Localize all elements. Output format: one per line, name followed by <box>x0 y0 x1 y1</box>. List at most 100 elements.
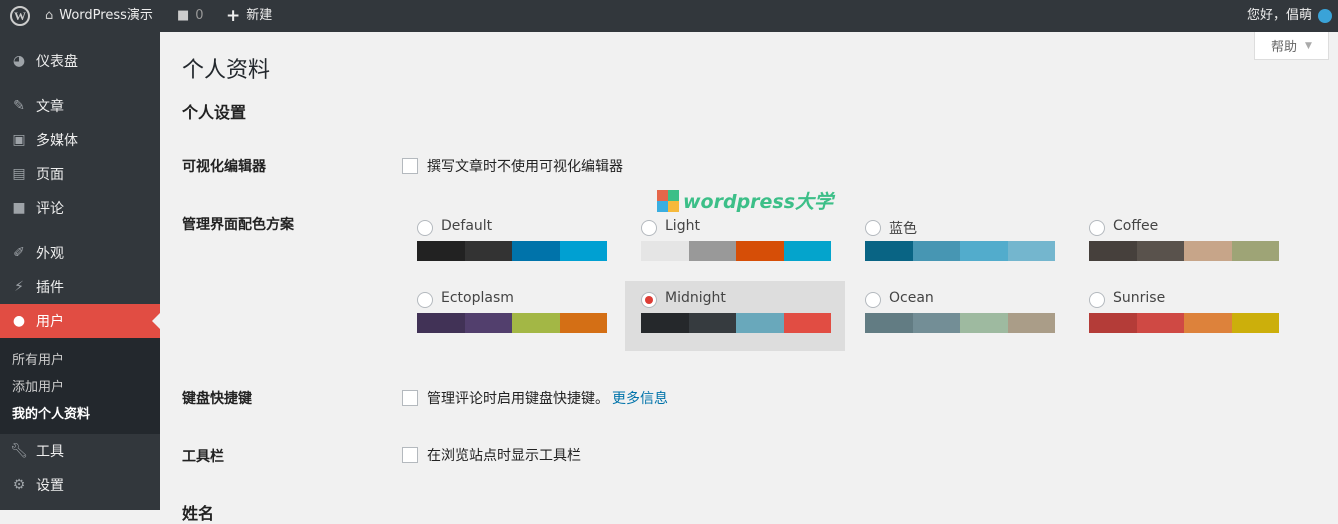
wordpress-logo-icon[interactable]: W <box>10 0 30 32</box>
admin-bar: W ⌂ WordPress演示 ■ 0 + 新建 您好，倡萌 <box>0 0 1338 32</box>
checkbox[interactable] <box>402 390 418 406</box>
color-scheme-option[interactable]: Ectoplasm <box>401 281 621 351</box>
menu-label: 工具 <box>36 444 64 460</box>
radio-button[interactable] <box>1089 220 1105 236</box>
visual-editor-checkbox[interactable]: 撰写文章时不使用可视化编辑器 <box>402 156 623 176</box>
site-name: WordPress演示 <box>59 8 153 23</box>
color-swatches <box>641 241 831 261</box>
checkbox[interactable] <box>402 447 418 463</box>
new-content-link[interactable]: + 新建 <box>226 0 272 32</box>
color-swatches <box>865 313 1055 333</box>
site-link[interactable]: ⌂ WordPress演示 <box>45 0 153 32</box>
admin-menu: ◕ 仪表盘 ✎ 文章 ▣ 多媒体 ▤ 页面 ■ 评论 ✐ 外观 ⚡ 插件 ● 用户 所有用户 添… <box>0 32 160 510</box>
toolbar-label: 工具栏 <box>182 449 224 465</box>
scheme-name: Light <box>665 218 700 234</box>
color-swatch <box>960 313 1008 333</box>
scheme-name: 蓝色 <box>889 221 917 237</box>
color-swatches <box>1089 313 1279 333</box>
greeting: 您好，倡萌 <box>1246 8 1312 23</box>
menu-label: 外观 <box>36 246 64 262</box>
radio-button[interactable] <box>865 220 881 236</box>
color-scheme-option[interactable]: Default <box>401 209 621 279</box>
menu-users[interactable]: ● 用户 <box>0 304 160 338</box>
submenu-add-user[interactable]: 添加用户 <box>12 376 64 395</box>
color-swatches <box>1089 241 1279 261</box>
menu-dashboard[interactable]: ◕ 仪表盘 <box>0 44 160 78</box>
color-swatch <box>1136 241 1184 261</box>
menu-label: 文章 <box>36 99 64 115</box>
color-scheme-option[interactable]: 蓝色 <box>849 209 1069 279</box>
color-swatch <box>464 241 512 261</box>
menu-label: 评论 <box>36 201 64 217</box>
comments-link[interactable]: ■ 0 <box>177 0 204 32</box>
more-info-link[interactable]: 更多信息 <box>612 388 668 408</box>
color-swatch <box>559 241 607 261</box>
menu-label: 用户 <box>36 314 64 330</box>
menu-settings[interactable]: ⚙ 设置 <box>0 468 160 502</box>
submenu-all-users[interactable]: 所有用户 <box>12 349 64 368</box>
checkbox[interactable] <box>402 158 418 174</box>
color-swatch <box>865 241 913 261</box>
menu-posts[interactable]: ✎ 文章 <box>0 89 160 123</box>
menu-media[interactable]: ▣ 多媒体 <box>0 123 160 157</box>
help-button[interactable]: 帮助 ▼ <box>1254 32 1329 60</box>
users-submenu: 所有用户 添加用户 我的个人资料 <box>0 338 160 434</box>
page-icon: ▤ <box>12 166 26 182</box>
scheme-name: Ectoplasm <box>441 290 514 306</box>
wrench-icon: 🔧︎ <box>10 443 28 459</box>
color-scheme-option[interactable]: Light <box>625 209 845 279</box>
color-scheme-option[interactable]: Coffee <box>1073 209 1293 279</box>
color-scheme-label: 管理界面配色方案 <box>182 217 294 233</box>
color-scheme-option[interactable]: Midnight <box>625 281 845 351</box>
color-swatch <box>1007 241 1055 261</box>
checkbox-label: 在浏览站点时显示工具栏 <box>427 448 581 464</box>
toolbar-checkbox[interactable]: 在浏览站点时显示工具栏 <box>402 445 581 465</box>
color-swatches <box>417 241 607 261</box>
color-swatches <box>641 313 831 333</box>
scheme-name: Ocean <box>889 290 934 306</box>
radio-button[interactable] <box>417 292 433 308</box>
color-swatch <box>736 241 784 261</box>
menu-pages[interactable]: ▤ 页面 <box>0 157 160 191</box>
color-swatch <box>641 241 689 261</box>
shortcuts-label: 键盘快捷键 <box>182 391 252 407</box>
menu-appearance[interactable]: ✐ 外观 <box>0 236 160 270</box>
color-scheme-option[interactable]: Sunrise <box>1073 281 1293 351</box>
help-label: 帮助 <box>1271 40 1298 55</box>
scheme-name: Coffee <box>1113 218 1159 234</box>
radio-button[interactable] <box>641 292 657 308</box>
comment-count: 0 <box>195 8 204 23</box>
color-swatch <box>1007 313 1055 333</box>
avatar <box>1318 9 1332 23</box>
menu-comments[interactable]: ■ 评论 <box>0 191 160 225</box>
scheme-name: Sunrise <box>1113 290 1166 306</box>
radio-button[interactable] <box>641 220 657 236</box>
color-swatch <box>417 241 465 261</box>
menu-label: 插件 <box>36 280 64 296</box>
color-swatch <box>960 241 1008 261</box>
color-swatch <box>783 241 831 261</box>
radio-button[interactable] <box>865 292 881 308</box>
color-swatch <box>865 313 913 333</box>
menu-tools[interactable]: 🔧︎ 工具 <box>0 434 160 468</box>
appearance-icon: ✐ <box>13 245 25 261</box>
color-swatch <box>688 313 736 333</box>
settings-icon: ⚙ <box>12 477 26 493</box>
color-swatches <box>865 241 1055 261</box>
shortcuts-checkbox[interactable]: 管理评论时启用键盘快捷键。 更多信息 <box>402 388 668 408</box>
home-icon: ⌂ <box>45 8 54 23</box>
page-title: 个人资料 <box>182 58 271 83</box>
radio-button[interactable] <box>1089 292 1105 308</box>
color-swatch <box>1231 241 1279 261</box>
menu-plugins[interactable]: ⚡ 插件 <box>0 270 160 304</box>
comment-icon: ■ <box>177 8 190 23</box>
color-swatch <box>1231 313 1279 333</box>
user-icon: ● <box>12 313 26 329</box>
color-swatch <box>1089 313 1137 333</box>
color-swatch <box>912 313 960 333</box>
submenu-my-profile[interactable]: 我的个人资料 <box>12 403 90 422</box>
color-swatch <box>1184 313 1232 333</box>
radio-button[interactable] <box>417 220 433 236</box>
color-scheme-option[interactable]: Ocean <box>849 281 1069 351</box>
account-menu[interactable]: 您好，倡萌 <box>1247 0 1332 32</box>
